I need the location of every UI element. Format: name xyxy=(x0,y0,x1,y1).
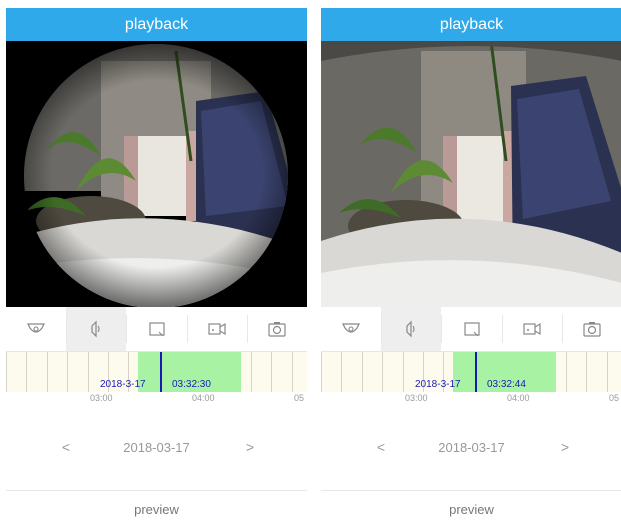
fisheye-video-frame xyxy=(6,41,307,307)
divider xyxy=(321,490,621,491)
playback-toolbar xyxy=(321,307,621,352)
cursor-time-label: 03:32:44 xyxy=(487,379,526,390)
next-date-button[interactable]: > xyxy=(240,437,260,457)
cursor-date-label: 2018-3-17 xyxy=(100,379,146,390)
screen-icon xyxy=(463,322,480,337)
tool-screen[interactable] xyxy=(126,307,186,351)
page-title: playback xyxy=(6,8,307,41)
date-navigator: < 2018-03-17 > xyxy=(6,433,307,461)
screen-icon xyxy=(148,322,165,337)
video-record-icon xyxy=(523,322,541,336)
camera-view-icon xyxy=(342,323,361,333)
hour-label: 05 xyxy=(609,393,620,403)
playback-screen-left: playback 2018-3-17 03:32:30 03:00 04:00 … xyxy=(6,0,307,520)
hour-label: 03:00 xyxy=(405,393,428,403)
tool-snapshot[interactable] xyxy=(246,307,307,351)
timeline-cursor[interactable] xyxy=(159,352,162,392)
hour-label: 03:00 xyxy=(90,393,113,403)
timeline-cursor[interactable] xyxy=(474,352,477,392)
tool-camera-view[interactable] xyxy=(321,307,381,351)
speaker-icon xyxy=(406,320,415,338)
tool-snapshot[interactable] xyxy=(561,307,621,351)
video-player[interactable] xyxy=(6,41,307,307)
preview-button[interactable]: preview xyxy=(6,502,307,517)
snapshot-icon xyxy=(268,322,286,337)
cursor-date-label: 2018-3-17 xyxy=(415,379,461,390)
tool-speaker[interactable] xyxy=(66,307,127,351)
camera-view-icon xyxy=(27,323,46,333)
dewarped-video-frame xyxy=(321,41,621,307)
speaker-icon xyxy=(91,320,100,338)
video-player[interactable] xyxy=(321,41,621,307)
date-navigator: < 2018-03-17 > xyxy=(321,433,621,461)
snapshot-icon xyxy=(583,322,601,337)
hour-label: 05 xyxy=(294,393,305,403)
tool-screen[interactable] xyxy=(441,307,501,351)
page-title: playback xyxy=(321,8,621,41)
divider xyxy=(6,490,307,491)
hour-labels: 03:00 04:00 05 xyxy=(321,393,621,407)
tool-video-record[interactable] xyxy=(186,307,247,351)
cursor-time-label: 03:32:30 xyxy=(172,379,211,390)
playback-screen-right: playback 2018-3-17 03:32:44 03:00 04:00 … xyxy=(321,0,621,520)
tool-speaker[interactable] xyxy=(381,307,442,351)
current-date: 2018-03-17 xyxy=(438,440,505,455)
next-date-button[interactable]: > xyxy=(555,437,575,457)
hour-label: 04:00 xyxy=(192,393,215,403)
hour-label: 04:00 xyxy=(507,393,530,403)
timeline[interactable]: 2018-3-17 03:32:44 xyxy=(321,352,621,392)
playback-toolbar xyxy=(6,307,307,352)
tool-camera-view[interactable] xyxy=(6,307,66,351)
tool-video-record[interactable] xyxy=(501,307,562,351)
video-record-icon xyxy=(208,322,226,336)
hour-labels: 03:00 04:00 05 xyxy=(6,393,307,407)
current-date: 2018-03-17 xyxy=(123,440,190,455)
timeline[interactable]: 2018-3-17 03:32:30 xyxy=(6,352,307,392)
preview-button[interactable]: preview xyxy=(321,502,621,517)
